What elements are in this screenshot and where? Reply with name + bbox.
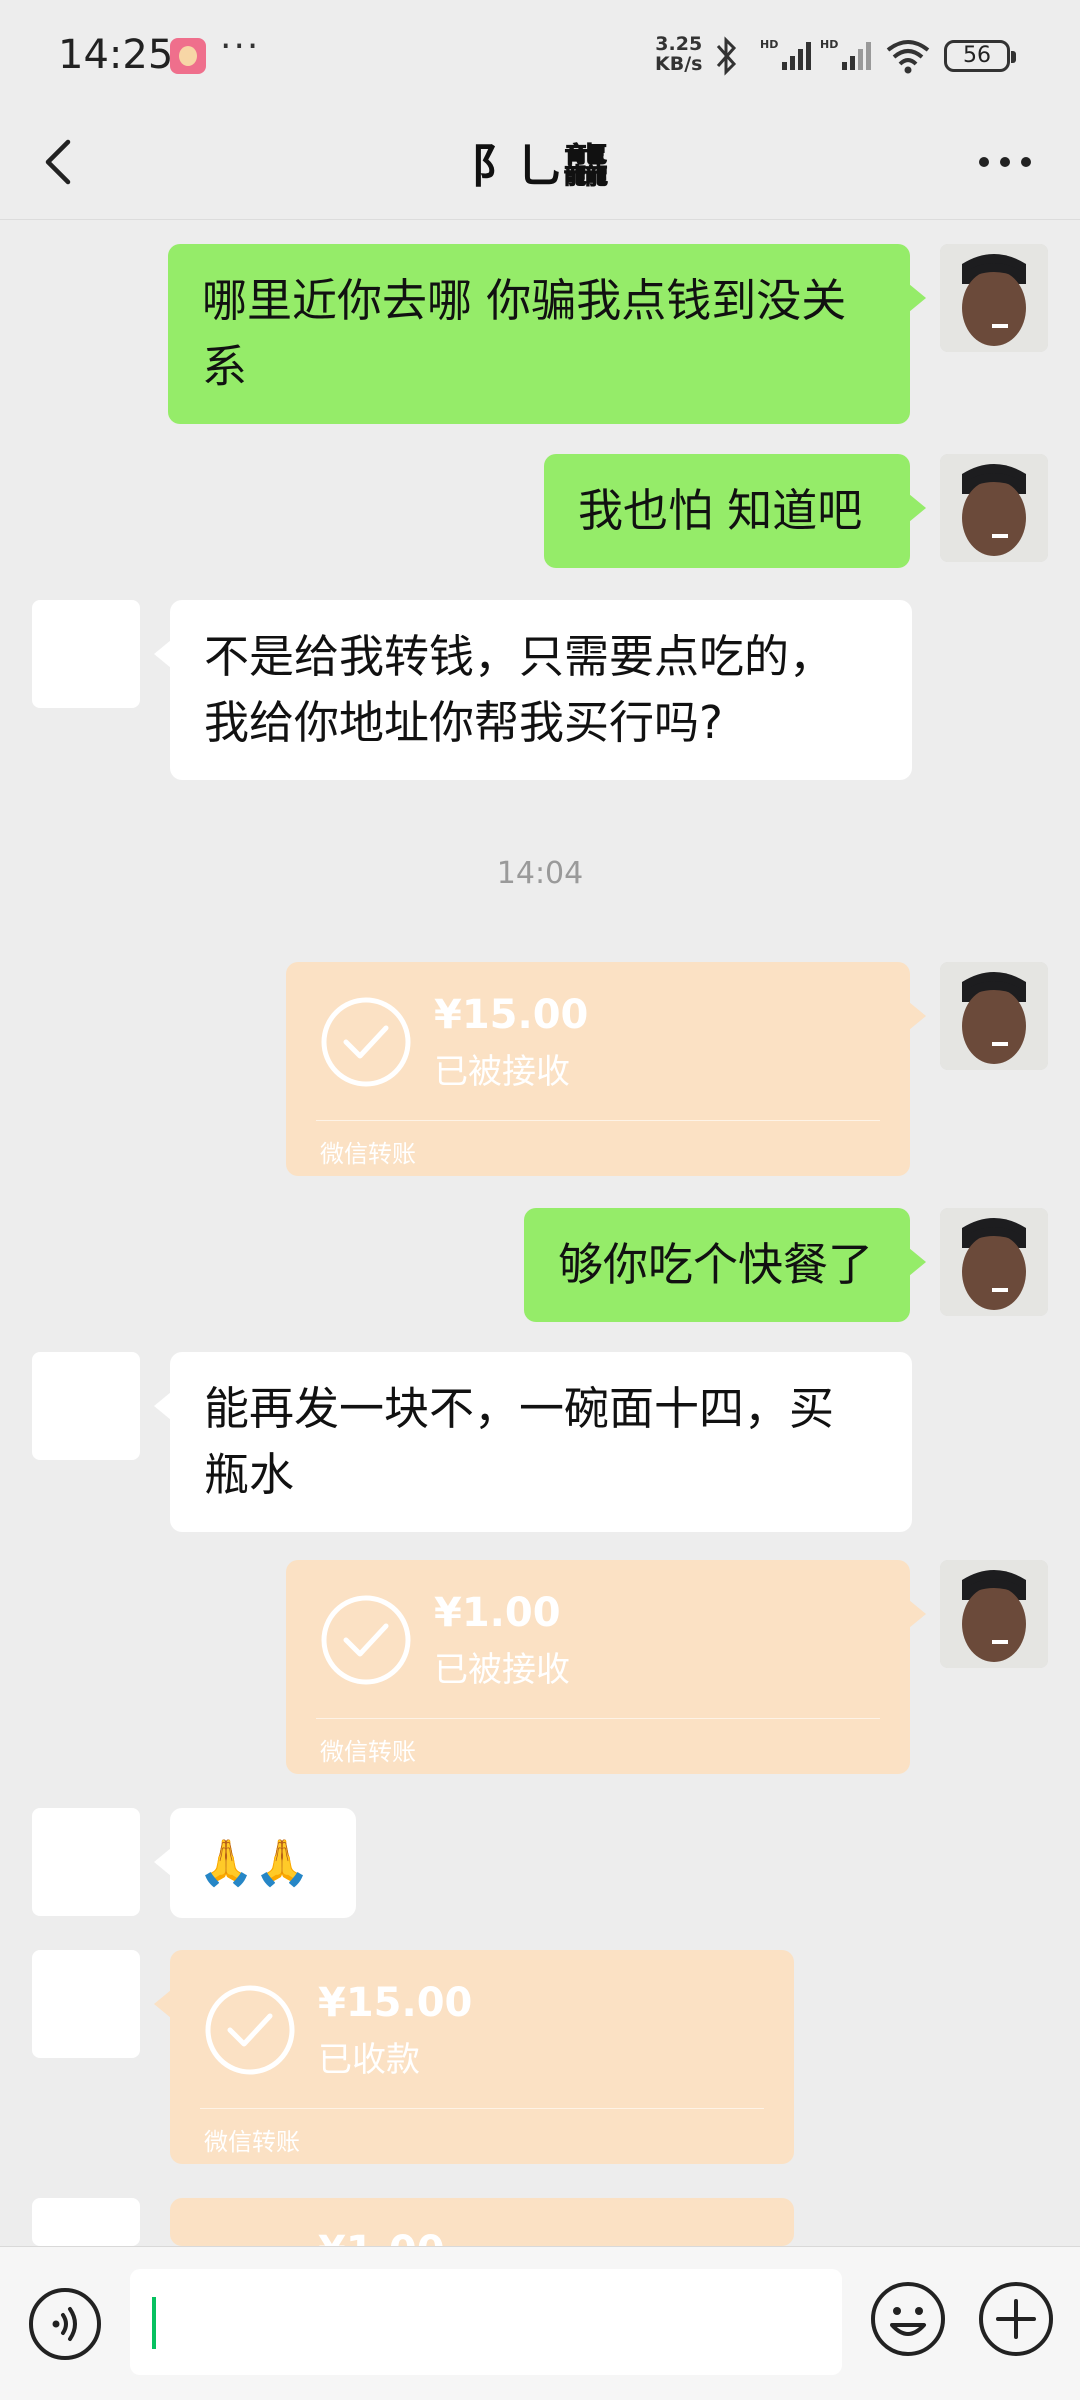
status-time: 14:25 bbox=[58, 32, 174, 78]
message-bubble-other[interactable]: 不是给我转钱，只需要点吃的，我给你地址你帮我买行吗? bbox=[154, 600, 912, 780]
message-text: 够你吃个快餐了 bbox=[558, 1238, 874, 1291]
transfer-divider bbox=[316, 1718, 880, 1719]
transfer-card-other[interactable]: ¥15.00 已收款 微信转账 bbox=[154, 1950, 794, 2164]
avatar[interactable] bbox=[32, 1808, 140, 1916]
network-speed-value: 3.25 bbox=[655, 33, 703, 55]
transfer-divider bbox=[316, 1120, 880, 1121]
battery-level: 56 bbox=[963, 43, 991, 68]
transfer-card-self[interactable]: ¥15.00 已被接收 微信转账 bbox=[286, 962, 926, 1176]
emoji-icon[interactable] bbox=[870, 2281, 946, 2357]
avatar[interactable] bbox=[940, 962, 1048, 1070]
svg-text:HD: HD bbox=[760, 38, 778, 51]
text-caret bbox=[152, 2297, 156, 2349]
signal-hd-icon: HD bbox=[820, 38, 871, 70]
transfer-amount: ¥1.00 bbox=[434, 1590, 561, 1636]
avatar[interactable] bbox=[940, 1560, 1048, 1668]
message-bubble-other[interactable]: 🙏🙏 bbox=[154, 1808, 356, 1918]
user-photo-icon bbox=[940, 962, 1048, 1070]
message-timestamp: 14:04 bbox=[496, 856, 584, 891]
status-bar: 14:25 ··· 3.25 KB/s HD HD 56 bbox=[0, 0, 1080, 110]
transfer-status: 已被接收 bbox=[434, 1650, 570, 1690]
transfer-amount: ¥15.00 bbox=[434, 992, 589, 1038]
transfer-status: 已被接收 bbox=[434, 1052, 570, 1092]
battery-icon: 56 bbox=[944, 40, 1016, 72]
network-speed: 3.25 KB/s bbox=[655, 34, 702, 74]
transfer-status: 已收款 bbox=[318, 2040, 420, 2080]
avatar[interactable] bbox=[940, 454, 1048, 562]
avatar[interactable] bbox=[940, 244, 1048, 352]
wifi-icon bbox=[886, 40, 930, 74]
avatar[interactable] bbox=[940, 1208, 1048, 1316]
transfer-label: 微信转账 bbox=[204, 2128, 300, 2156]
message-text: 不是给我转钱，只需要点吃的，我给你地址你帮我买行吗? bbox=[204, 630, 835, 749]
transfer-amount: ¥15.00 bbox=[318, 1980, 473, 2026]
check-circle-icon bbox=[321, 1595, 411, 1685]
network-speed-unit: KB/s bbox=[655, 53, 703, 75]
avatar[interactable] bbox=[32, 2198, 140, 2246]
avatar[interactable] bbox=[32, 1352, 140, 1460]
message-bubble-other[interactable]: 能再发一块不，一碗面十四，买瓶水 bbox=[154, 1352, 912, 1532]
chat-title: 阝乚龘 bbox=[471, 139, 609, 193]
transfer-amount: ¥1.00 bbox=[318, 2228, 445, 2246]
message-bubble-self[interactable]: 哪里近你去哪 你骗我点钱到没关系 bbox=[168, 244, 926, 424]
transfer-label: 微信转账 bbox=[320, 1738, 416, 1766]
transfer-label: 微信转账 bbox=[320, 1140, 416, 1168]
check-circle-icon bbox=[205, 1985, 295, 2075]
chat-header: 阝乚龘 bbox=[0, 110, 1080, 220]
user-photo-icon bbox=[940, 1560, 1048, 1668]
svg-text:HD: HD bbox=[820, 38, 838, 51]
message-text: 哪里近你去哪 你骗我点钱到没关系 bbox=[202, 274, 847, 393]
message-bubble-self[interactable]: 够你吃个快餐了 bbox=[524, 1208, 926, 1322]
message-bubble-self[interactable]: 我也怕 知道吧 bbox=[544, 454, 926, 568]
chat-input-bar bbox=[0, 2246, 1080, 2400]
avatar[interactable] bbox=[32, 1950, 140, 2058]
transfer-divider bbox=[200, 2108, 764, 2109]
check-circle-icon bbox=[321, 997, 411, 1087]
status-more-indicator: ··· bbox=[220, 26, 261, 67]
transfer-card-self[interactable]: ¥1.00 已被接收 微信转账 bbox=[286, 1560, 926, 1774]
message-text: 能再发一块不，一碗面十四，买瓶水 bbox=[204, 1382, 835, 1501]
user-photo-icon bbox=[940, 454, 1048, 562]
message-emoji: 🙏🙏 bbox=[198, 1836, 311, 1889]
signal-hd-icon: HD bbox=[760, 38, 811, 70]
avatar[interactable] bbox=[32, 600, 140, 708]
user-photo-icon bbox=[940, 244, 1048, 352]
voice-icon[interactable] bbox=[28, 2287, 102, 2361]
message-input[interactable] bbox=[130, 2269, 842, 2375]
bluetooth-icon bbox=[716, 36, 737, 76]
more-icon[interactable] bbox=[970, 132, 1040, 192]
transfer-card-other[interactable]: ¥1.00 bbox=[170, 2198, 794, 2246]
message-text: 我也怕 知道吧 bbox=[578, 484, 863, 537]
plus-icon[interactable] bbox=[978, 2281, 1054, 2357]
user-photo-icon bbox=[940, 1208, 1048, 1316]
app-notification-icon bbox=[170, 38, 206, 74]
